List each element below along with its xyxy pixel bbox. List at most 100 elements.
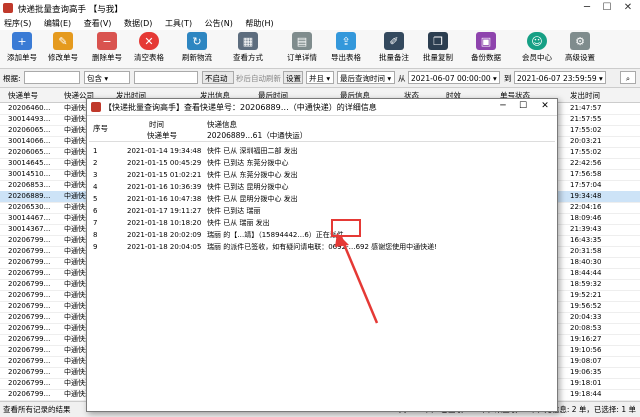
dialog-cell-no: 3 <box>93 171 98 179</box>
dialog-cell-time: 2021-01-16 10:47:38 <box>127 195 202 203</box>
table-cell: 21:47:57 <box>570 104 602 112</box>
dialog-cell-no: 8 <box>93 231 98 239</box>
table-cell: 19:34:48 <box>570 192 602 200</box>
dialog-cell-info: 瑞丽 的【…靖】（15894442…6）正在派件 <box>207 231 344 239</box>
dialog-cell-time: 2021-01-15 01:02:21 <box>127 171 202 179</box>
table-cell: 20206799... <box>8 335 51 343</box>
add-button[interactable]: + 添加单号 <box>3 32 41 63</box>
dialog-cell-no: 2 <box>93 159 98 167</box>
filter-condition-select[interactable]: 包含 ▾ <box>84 71 130 84</box>
batch-copy-button[interactable]: ❐ 批量复制 <box>418 32 458 63</box>
table-cell: 20206530... <box>8 203 51 211</box>
table-cell: 20206799... <box>8 324 51 332</box>
dialog-row[interactable]: 7 2021-01-18 10:18:20 快件 已从 瑞丽 发出 <box>89 217 555 229</box>
close-button[interactable]: ✕ <box>619 2 637 13</box>
batch-note-button[interactable]: ✐ 批量备注 <box>374 32 414 63</box>
table-cell: 20206799... <box>8 291 51 299</box>
dialog-cell-no: 4 <box>93 183 98 191</box>
menu-notice[interactable]: 公告(N) <box>205 17 233 30</box>
member-icon: ☺ <box>527 32 547 50</box>
table-cell: 22:04:16 <box>570 203 602 211</box>
menu-help[interactable]: 帮助(H) <box>245 17 273 30</box>
dialog-cell-no: 6 <box>93 207 98 215</box>
dialog-maximize-button[interactable]: ☐ <box>515 101 531 111</box>
menu-edit[interactable]: 编辑(E) <box>44 17 71 30</box>
menu-bar: 程序(S) 编辑(E) 查看(V) 数据(D) 工具(T) 公告(N) 帮助(H… <box>0 17 640 30</box>
menu-tools[interactable]: 工具(T) <box>165 17 192 30</box>
table-cell: 16:43:35 <box>570 236 602 244</box>
dialog-row[interactable]: 9 2021-01-18 20:04:05 瑞丽 的派件已签收，如有疑问请电联：06… <box>89 241 555 253</box>
settings-button[interactable]: 设置 <box>283 71 303 84</box>
table-cell: 30014645... <box>8 159 51 167</box>
member-center-button[interactable]: ☺ 会员中心 <box>517 32 557 63</box>
search-icon: ⌕ <box>625 74 631 83</box>
header-tracking-no[interactable]: 快递单号 <box>8 90 38 101</box>
dialog-cell-time: 2021-01-15 00:45:29 <box>127 159 202 167</box>
clear-button[interactable]: ✕ 清空表格 <box>130 32 168 63</box>
not-start-button[interactable]: 不启动 <box>202 71 234 84</box>
dialog-cell-no: 1 <box>93 147 98 155</box>
header-send-time-2[interactable]: 发出时间 <box>570 90 600 101</box>
table-cell: 20:31:58 <box>570 247 602 255</box>
time-field-select[interactable]: 最后查询时间 ▾ <box>337 71 395 84</box>
dialog-header-tracking-value: 20206889…61（中通快运） <box>207 131 308 140</box>
advanced-settings-button[interactable]: ⚙ 高级设置 <box>560 32 600 63</box>
dialog-cell-info: 快件 已从 东莞分拨中心 发出 <box>207 171 298 179</box>
from-datetime-input[interactable]: 2021-06-07 00:00:00 ▾ <box>408 71 500 84</box>
title-bar: 快递批量查询高手 【与我】 ─ ☐ ✕ <box>0 0 640 18</box>
filter-field-select[interactable] <box>24 71 80 84</box>
dialog-row[interactable]: 5 2021-01-16 10:47:38 快件 已从 昆明分拨中心 发出 <box>89 193 555 205</box>
search-button[interactable]: ⌕ <box>620 71 636 84</box>
maximize-button[interactable]: ☐ <box>598 2 616 13</box>
detail-dialog: 【快递批量查询高手】查看快递单号：20206889…（中通快递）的详细信息 ─ … <box>86 98 558 412</box>
dialog-cell-info: 快件 已到达 昆明分拨中心 <box>207 183 289 191</box>
dialog-row[interactable]: 4 2021-01-16 10:36:39 快件 已到达 昆明分拨中心 <box>89 181 555 193</box>
order-detail-button[interactable]: ▤ 订单详情 <box>282 32 322 63</box>
dialog-row[interactable]: 6 2021-01-17 19:11:27 快件 已到达 瑞丽 <box>89 205 555 217</box>
menu-program[interactable]: 程序(S) <box>4 17 31 30</box>
dialog-row[interactable]: 1 2021-01-14 19:34:48 快件 已从 深圳福田二部 发出 <box>89 145 555 157</box>
table-cell: 20206065... <box>8 148 51 156</box>
table-cell: 17:55:02 <box>570 126 602 134</box>
dialog-row[interactable]: 3 2021-01-15 01:02:21 快件 已从 东莞分拨中心 发出 <box>89 169 555 181</box>
table-cell: 20:03:21 <box>570 137 602 145</box>
table-cell: 30014066... <box>8 137 51 145</box>
table-cell: 20206799... <box>8 302 51 310</box>
delete-button[interactable]: − 删除单号 <box>88 32 126 63</box>
and-select[interactable]: 并且 ▾ <box>306 71 334 84</box>
filter-keyword-input[interactable] <box>134 71 198 84</box>
dialog-close-button[interactable]: ✕ <box>537 101 553 111</box>
backup-icon: ▣ <box>476 32 496 50</box>
dialog-row[interactable]: 2 2021-01-15 00:45:29 快件 已到达 东莞分拨中心 <box>89 157 555 169</box>
from-label: 从 <box>398 74 406 83</box>
auto-refresh-label: 秒后自动刷新 <box>236 74 281 83</box>
table-cell: 30014510... <box>8 170 51 178</box>
dialog-row[interactable]: 8 2021-01-18 20:02:09 瑞丽 的【…靖】（15894442…6）… <box>89 229 555 241</box>
table-cell: 17:56:58 <box>570 170 602 178</box>
menu-data[interactable]: 数据(D) <box>124 17 152 30</box>
to-datetime-input[interactable]: 2021-06-07 23:59:59 ▾ <box>514 71 606 84</box>
export-icon: ⇪ <box>336 32 356 50</box>
table-cell: 20206799... <box>8 269 51 277</box>
view-icon: ▦ <box>238 32 258 50</box>
dialog-cell-info: 快件 已到达 瑞丽 <box>207 207 261 215</box>
export-button[interactable]: ⇪ 导出表格 <box>326 32 366 63</box>
table-cell: 19:18:44 <box>570 390 602 398</box>
dialog-cell-no: 9 <box>93 243 98 251</box>
view-mode-button[interactable]: ▦ 查看方式 <box>228 32 268 63</box>
edit-button[interactable]: ✎ 修改单号 <box>44 32 82 63</box>
dialog-cell-time: 2021-01-18 10:18:20 <box>127 219 202 227</box>
table-cell: 19:52:21 <box>570 291 602 299</box>
refresh-button[interactable]: ↻ 刷新物流 <box>178 32 216 63</box>
table-cell: 20206889... <box>8 192 51 200</box>
table-cell: 20206853... <box>8 181 51 189</box>
menu-view[interactable]: 查看(V) <box>84 17 112 30</box>
backup-button[interactable]: ▣ 备份数据 <box>466 32 506 63</box>
dialog-cell-time: 2021-01-16 10:36:39 <box>127 183 202 191</box>
dialog-minimize-button[interactable]: ─ <box>495 101 511 111</box>
table-cell: 19:10:56 <box>570 346 602 354</box>
table-cell: 20206799... <box>8 258 51 266</box>
dialog-cell-info: 快件 已从 瑞丽 发出 <box>207 219 270 227</box>
minimize-button[interactable]: ─ <box>578 2 596 13</box>
dialog-cell-time: 2021-01-14 19:34:48 <box>127 147 202 155</box>
